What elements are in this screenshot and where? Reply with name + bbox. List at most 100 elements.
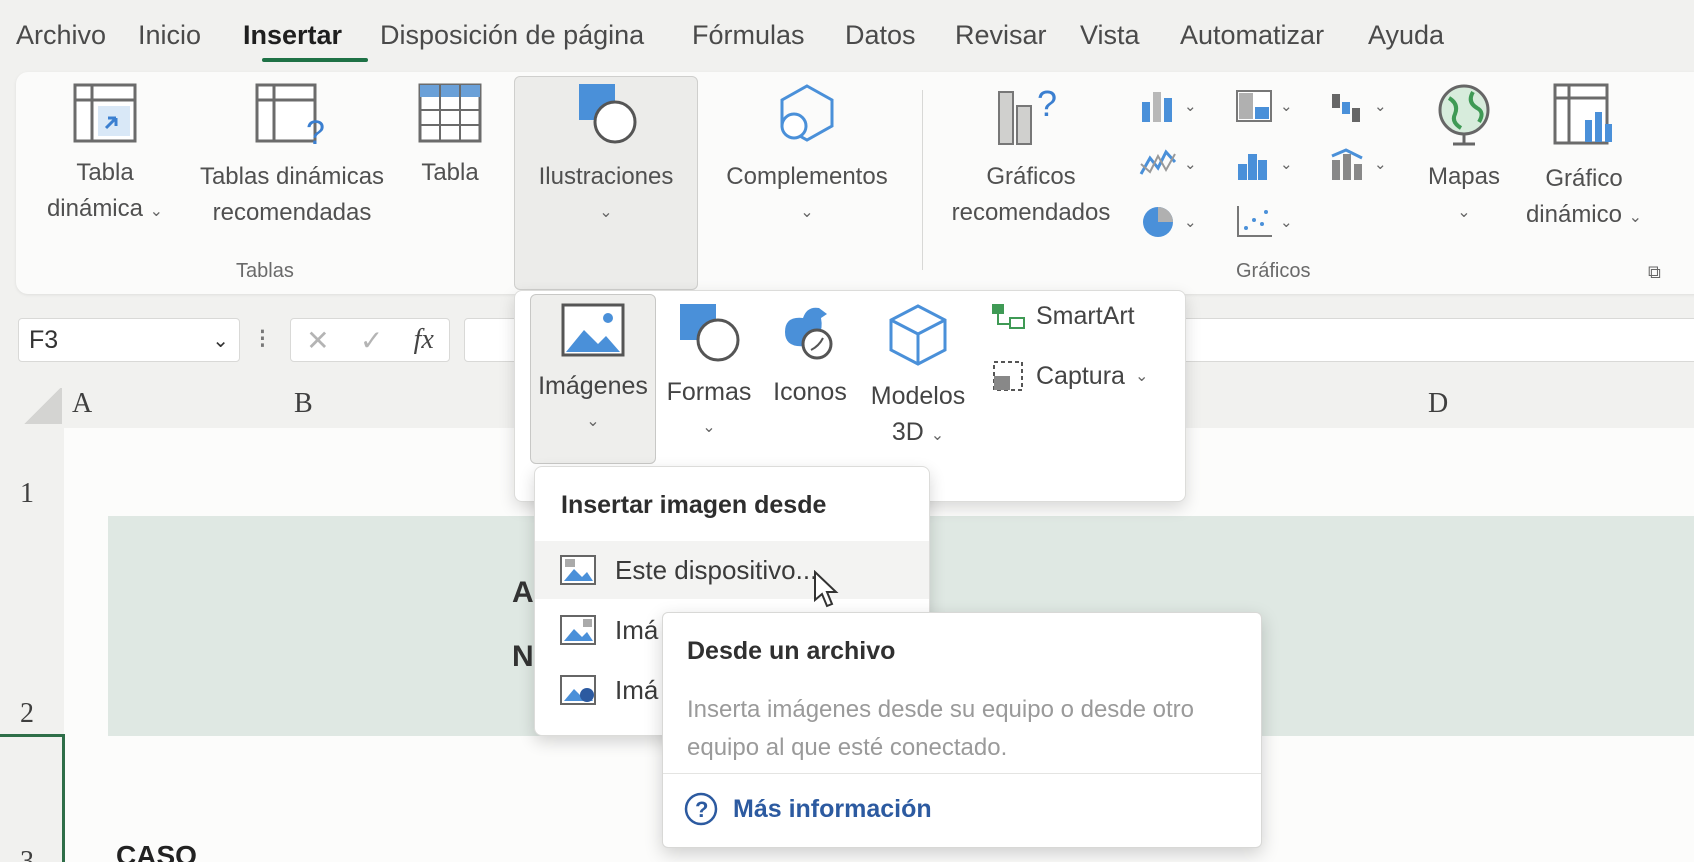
tab-disposicion[interactable]: Disposición de página (380, 20, 644, 51)
tab-datos[interactable]: Datos (845, 20, 916, 51)
imagenes-label: Imágenes (538, 372, 648, 400)
row-header-1[interactable]: 1 (20, 478, 34, 510)
device-image-icon (560, 555, 596, 585)
chevron-down-icon: ⌄ (1134, 368, 1149, 385)
mapas-button[interactable]: Mapas ⌄ (1412, 82, 1516, 231)
imagenes-stock-label: Imá (615, 614, 659, 645)
menu-bar: Archivo Inicio Insertar Disposición de p… (0, 0, 1694, 72)
hierarchy-chart-button[interactable]: ⌄ (1234, 86, 1300, 126)
mapas-label: Mapas (1427, 163, 1501, 190)
recommended-charts-icon: ? (998, 83, 1057, 145)
help-icon: ? (684, 792, 718, 826)
grafico-dinamico-label-2: dinámico (1525, 201, 1622, 228)
pivot-table-icon (73, 83, 137, 143)
picture-icon (561, 303, 625, 357)
tab-inicio[interactable]: Inicio (138, 20, 201, 51)
tablas-recomendadas-label-1: Tablas dinámicas (199, 163, 385, 190)
imagenes-button[interactable]: Imágenes ⌄ (532, 302, 654, 440)
scatter-chart-icon (1237, 206, 1272, 237)
column-chart-icon (1142, 92, 1172, 122)
column-header-b[interactable]: B (294, 388, 313, 420)
column-header-a[interactable]: A (72, 388, 92, 420)
chevron-down-icon: ⌄ (1628, 209, 1643, 226)
modelos-3d-button[interactable]: Modelos 3D ⌄ (864, 302, 972, 454)
row-header-3[interactable]: 3 (20, 846, 34, 862)
check-icon[interactable]: ✓ (360, 324, 383, 357)
tab-vista[interactable]: Vista (1080, 20, 1140, 51)
cell-caso[interactable]: CASO (116, 840, 197, 862)
stock-images-icon (560, 615, 596, 645)
more-options-icon[interactable]: ⁝ (258, 322, 267, 355)
tabla-label: Tabla (421, 159, 479, 186)
graficos-recomendados-label-2: recomendados (951, 199, 1111, 226)
grafico-dinamico-button[interactable]: Gráfico dinámico ⌄ (1514, 82, 1654, 236)
cancel-icon[interactable]: ✕ (306, 324, 329, 357)
tab-insertar[interactable]: Insertar (243, 20, 342, 51)
tabla-dinamica-button[interactable]: Tabla dinámica ⌄ (40, 82, 170, 230)
active-tab-indicator (262, 58, 368, 62)
captura-label: Captura (1036, 361, 1125, 390)
smartart-icon (992, 304, 1025, 329)
mas-informacion-label: Más información (733, 794, 932, 823)
svg-text:?: ? (1037, 83, 1057, 124)
tooltip-desde-archivo: Desde un archivo Inserta imágenes desde … (662, 612, 1262, 848)
complementos-button[interactable]: Complementos ⌄ (712, 80, 902, 231)
tabla-dinamica-label-1: Tabla (76, 159, 134, 186)
chevron-down-icon: ⌄ (1374, 156, 1387, 173)
name-box-value: F3 (29, 325, 59, 354)
row-selection-bar (62, 734, 65, 862)
scatter-chart-button[interactable]: ⌄ (1234, 202, 1300, 242)
online-images-icon (560, 675, 596, 705)
waterfall-chart-icon (1332, 94, 1360, 122)
graficos-recomendados-label-1: Gráficos (986, 163, 1076, 190)
statistic-chart-button[interactable]: ⌄ (1234, 144, 1300, 184)
line-chart-button[interactable]: ⌄ (1138, 144, 1204, 184)
modelos-3d-label-2: 3D (891, 418, 924, 446)
fx-icon[interactable]: fx (414, 324, 434, 356)
chevron-down-icon: ⌄ (1457, 204, 1471, 221)
chevron-down-icon: ⌄ (930, 427, 945, 444)
column-chart-button[interactable]: ⌄ (1138, 86, 1204, 126)
chevron-down-icon: ⌄ (149, 203, 164, 220)
shapes-icon (680, 304, 740, 362)
iconos-button[interactable]: Iconos (766, 302, 854, 410)
captura-button[interactable]: Captura ⌄ (990, 358, 1148, 394)
tabla-button[interactable]: Tabla (412, 82, 488, 191)
column-header-d[interactable]: D (1428, 388, 1448, 420)
name-box[interactable]: F3 ⌄ (18, 318, 240, 362)
globe-icon (1438, 84, 1490, 146)
iconos-label: Iconos (773, 378, 847, 406)
ilustraciones-button[interactable]: Ilustraciones ⌄ (520, 80, 692, 231)
mas-informacion-link[interactable]: ? Más información (683, 791, 932, 827)
histogram-chart-icon (1238, 154, 1267, 180)
tablas-recomendadas-label-2: recomendadas (212, 199, 372, 226)
chevron-down-icon: ⌄ (702, 419, 716, 436)
tablas-recomendadas-button[interactable]: ? Tablas dinámicas recomendadas (192, 82, 392, 231)
table-icon (418, 83, 482, 143)
smartart-label: SmartArt (1036, 301, 1135, 330)
tab-archivo[interactable]: Archivo (16, 20, 106, 51)
bird-icon (785, 307, 833, 360)
chevron-down-icon: ⌄ (1374, 98, 1387, 115)
este-dispositivo-item[interactable]: Este dispositivo... (535, 541, 929, 599)
smartart-button[interactable]: SmartArt (990, 300, 1135, 332)
formas-label: Formas (666, 378, 752, 406)
combo-chart-icon (1331, 148, 1363, 180)
chevron-down-icon: ⌄ (800, 204, 814, 221)
select-all-corner[interactable] (22, 388, 62, 424)
combo-chart-button[interactable]: ⌄ (1328, 144, 1394, 184)
tab-revisar[interactable]: Revisar (955, 20, 1047, 51)
dialog-launcher-icon[interactable]: ⧉ (1648, 262, 1661, 283)
waterfall-chart-button[interactable]: ⌄ (1328, 86, 1394, 126)
tab-ayuda[interactable]: Ayuda (1368, 20, 1444, 51)
pie-chart-button[interactable]: ⌄ (1138, 202, 1204, 242)
grafico-dinamico-label-1: Gráfico (1545, 165, 1623, 192)
tab-automatizar[interactable]: Automatizar (1180, 20, 1324, 51)
formas-button[interactable]: Formas ⌄ (662, 302, 756, 446)
line-chart-icon (1139, 149, 1177, 175)
cube-icon (889, 304, 947, 366)
tab-formulas[interactable]: Fórmulas (692, 20, 805, 51)
graficos-recomendados-button[interactable]: ? Gráficos recomendados (936, 82, 1126, 231)
row-header-2[interactable]: 2 (20, 698, 34, 730)
ribbon-separator (922, 90, 923, 270)
